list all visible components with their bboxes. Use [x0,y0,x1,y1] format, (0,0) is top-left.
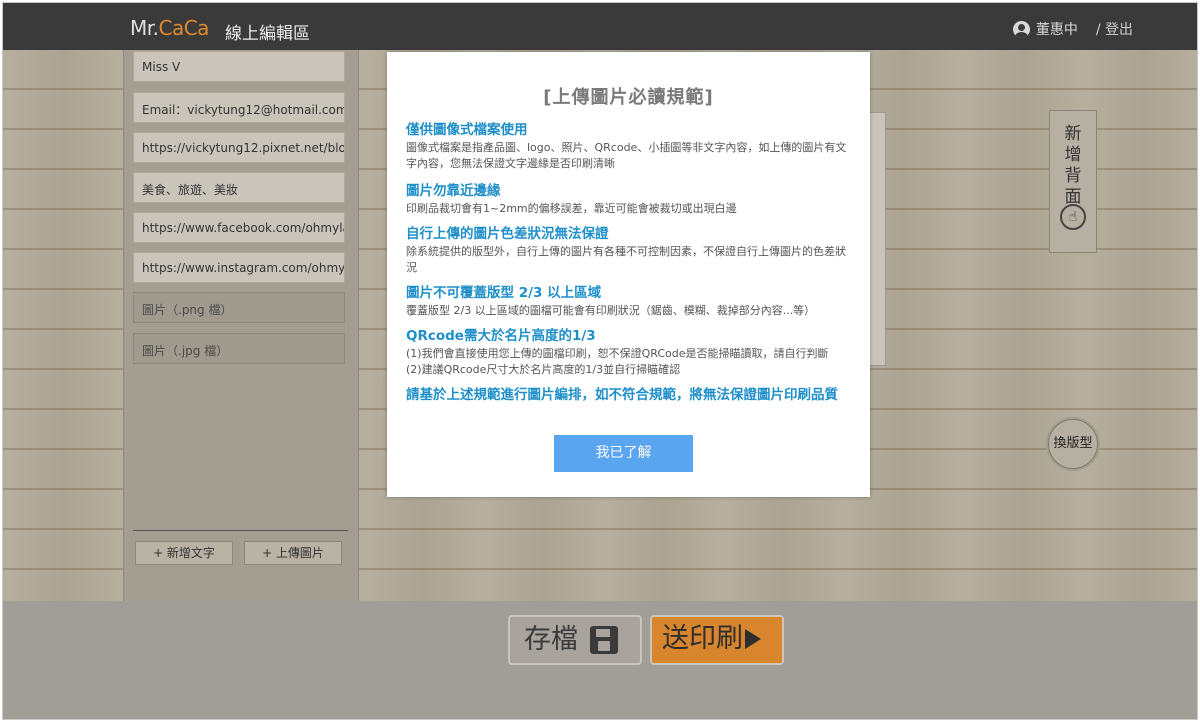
rule-body: 除系統提供的版型外，自行上傳的圖片有各種不可控制因素，不保證自行上傳圖片的色差狀… [406,245,846,274]
logout-link[interactable]: / 登出 [1096,19,1133,39]
floppy-disk-icon [590,626,618,654]
rule-body: 印刷品裁切會有1~2mm的偏移誤差，靠近可能會被裁切或出現白邊 [406,202,737,215]
editor-subtitle: 線上編輯區 [225,24,310,44]
rule-body: 圖像式檔案是指產品圖、logo、照片、QRcode、小插圖等非文字內容，如上傳的… [406,141,847,170]
image-field-jpg[interactable]: 圖片（.jpg 檔） [133,333,345,364]
rule-heading: 請基於上述規範進行圖片編排，如不符合規範，將無法保證圖片印刷品質 [406,387,838,403]
rule-body: (1)我們會直接使用您上傳的圖檔印刷，恕不保證QRCode是否能掃瞄讀取，請自行… [406,347,829,376]
text-field-email[interactable]: Email：vickytung12@hotmail.com [133,92,345,123]
user-name[interactable]: 董惠中 [1036,19,1078,39]
text-field-name[interactable]: Miss V [133,51,345,82]
logo-mr: Mr. [130,16,159,40]
modal-title: [上傳圖片必讀規範] [543,87,714,108]
hand-pointer-icon: ☝ [1060,204,1086,230]
upload-image-button[interactable]: + 上傳圖片 [244,541,342,565]
text-field-instagram[interactable]: https://www.instagram.com/ohmylac [133,252,345,283]
panel-divider [133,530,348,531]
left-edit-panel: Miss V Email：vickytung12@hotmail.com htt… [123,50,359,601]
rule-item: 圖片不可覆蓋版型 2/3 以上區域 覆蓋版型 2/3 以上區域的圖檔可能會有印刷… [406,281,856,319]
rule-item: 圖片勿靠近邊緣 印刷品裁切會有1~2mm的偏移誤差，靠近可能會被裁切或出現白邊 [406,179,856,217]
text-field-blog[interactable]: https://vickytung12.pixnet.net/blog [133,132,345,163]
top-bar: Mr.CaCa 線上編輯區 董惠中 / 登出 [3,3,1197,50]
brand-logo[interactable]: Mr.CaCa [130,16,209,40]
rule-body: 覆蓋版型 2/3 以上區域的圖檔可能會有印刷狀況（鋸齒、模糊、裁掉部分內容...… [406,304,816,317]
logo-caca: CaCa [158,16,210,40]
editor-window: Mr.CaCa 線上編輯區 董惠中 / 登出 Miss V Email：vick… [2,2,1198,720]
rule-heading: 自行上傳的圖片色差狀況無法保證 [406,226,609,242]
rule-item: QRcode需大於名片高度的1/3 (1)我們會直接使用您上傳的圖檔印刷，恕不保… [406,324,856,378]
rule-heading: 圖片不可覆蓋版型 2/3 以上區域 [406,285,602,301]
swap-layout-button[interactable]: 換版型 [1048,419,1098,469]
rule-item: 自行上傳的圖片色差狀況無法保證 除系統提供的版型外，自行上傳的圖片有各種不可控制… [406,222,856,276]
image-field-png[interactable]: 圖片（.png 檔） [133,292,345,323]
text-field-tags[interactable]: 美食、旅遊、美妝 [133,172,345,203]
rule-heading: 僅供圖像式檔案使用 [406,122,528,138]
add-back-side-button[interactable]: 新 增 背 面 ☝ [1049,110,1097,253]
user-area: 董惠中 / 登出 [1012,19,1133,39]
save-button[interactable]: 存檔 [508,615,642,665]
play-arrow-icon [745,629,761,649]
upload-rules-modal: [上傳圖片必讀規範] 僅供圖像式檔案使用 圖像式檔案是指產品圖、logo、照片、… [387,52,870,497]
acknowledge-button[interactable]: 我已了解 [554,435,693,472]
add-text-button[interactable]: + 新增文字 [135,541,233,565]
send-print-label: 送印刷 [662,623,743,654]
user-icon [1012,20,1030,38]
text-field-facebook[interactable]: https://www.facebook.com/ohmylad [133,212,345,243]
rule-item: 僅供圖像式檔案使用 圖像式檔案是指產品圖、logo、照片、QRcode、小插圖等… [406,118,856,172]
rule-heading: 圖片勿靠近邊緣 [406,183,501,199]
rule-heading: QRcode需大於名片高度的1/3 [406,328,596,344]
send-print-button[interactable]: 送印刷 [650,615,784,665]
bottom-bar: 存檔 送印刷 [3,601,1197,719]
rule-item: 請基於上述規範進行圖片編排，如不符合規範，將無法保證圖片印刷品質 [406,383,856,403]
save-label: 存檔 [524,624,578,655]
